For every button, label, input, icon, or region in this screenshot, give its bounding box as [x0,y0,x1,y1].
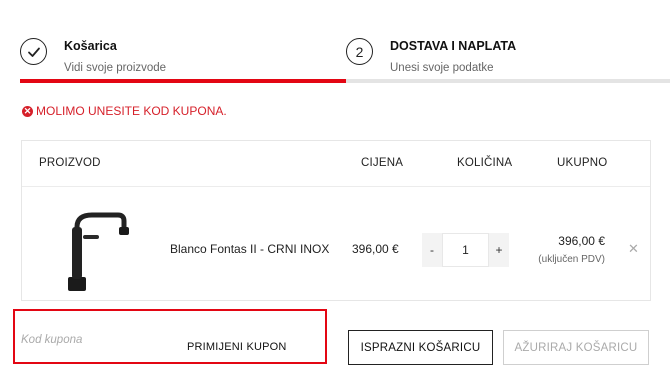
checkout-progress-fill [20,79,346,83]
coupon-code-input[interactable] [21,330,141,350]
checkout-step-cart[interactable]: Košarica Vidi svoje proizvode [20,38,166,75]
step-title: Košarica [64,39,117,53]
column-header-price: CIJENA [361,157,404,169]
line-total: 396,00 € (uključen PDV) [538,234,605,265]
empty-cart-button[interactable]: ISPRAZNI KOŠARICU [348,330,493,365]
step-number: 2 [346,38,373,65]
step-title: DOSTAVA I NAPLATA [390,39,517,53]
step-subtitle: Unesi svoje podatke [390,62,494,74]
header-divider [22,186,650,187]
column-header-product: PROIZVOD [39,157,101,169]
product-name[interactable]: Blanco Fontas II - CRNI INOX [170,242,329,256]
quantity-stepper: - 1 + [422,233,509,267]
x-circle-icon: ✕ [22,105,33,117]
apply-coupon-button[interactable]: PRIMIJENI KUPON [187,341,287,353]
cart-table: PROIZVOD CIJENA KOLIČINA UKUPNO Blanco F… [21,140,651,301]
product-price: 396,00 € [352,242,399,256]
quantity-input[interactable]: 1 [442,233,489,267]
decrease-quantity-button[interactable]: - [422,233,442,267]
update-cart-button[interactable]: AŽURIRAJ KOŠARICU [503,330,649,365]
checkout-progress-bar [20,79,670,83]
coupon-error-message: ✕ MOLIMO UNESITE KOD KUPONA. [22,104,227,118]
column-header-total: UKUPNO [557,157,608,169]
faucet-product-image[interactable] [48,209,134,295]
error-text: MOLIMO UNESITE KOD KUPONA. [36,104,227,118]
step-subtitle: Vidi svoje proizvode [64,62,167,74]
line-total-value: 396,00 € [558,234,605,248]
checkmark-icon [20,38,47,65]
remove-item-icon[interactable]: ✕ [628,241,639,257]
increase-quantity-button[interactable]: + [489,233,509,267]
vat-note: (uključen PDV) [538,254,605,265]
column-header-quantity: KOLIČINA [457,157,513,169]
checkout-step-delivery[interactable]: 2 DOSTAVA I NAPLATA Unesi svoje podatke [346,38,516,75]
